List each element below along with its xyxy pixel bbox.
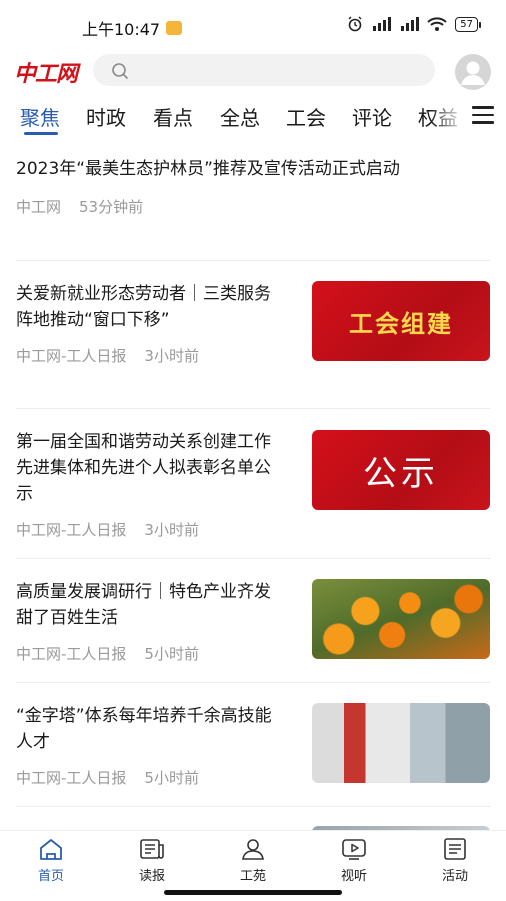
clock-text: 上午10:47	[82, 20, 161, 39]
article-source: 中工网-工人日报	[16, 521, 127, 539]
person-icon	[242, 839, 264, 860]
article-time: 3小时前	[144, 521, 199, 539]
list-item[interactable]: 高质量发展调研行｜特色产业齐发 甜了百姓生活 中工网-工人日报 5小时前	[16, 579, 490, 664]
nav-home[interactable]: 首页	[16, 837, 86, 884]
nav-garden[interactable]: 工苑	[218, 837, 288, 884]
divider	[16, 682, 490, 683]
article-title[interactable]: 第一届全国和谐劳动关系创建工作先进集体和先进个人拟表彰名单公示	[16, 429, 278, 507]
article-source: 中工网-工人日报	[16, 347, 127, 365]
notification-icon	[166, 21, 183, 35]
active-tab-indicator	[24, 132, 58, 135]
nav-label: 工苑	[239, 869, 266, 884]
article-time: 5小时前	[144, 645, 199, 663]
tab-highlights[interactable]: 看点	[153, 102, 193, 131]
article-meta: 中工网 53分钟前	[16, 196, 490, 217]
article-source: 中工网-工人日报	[16, 645, 127, 663]
article-time: 3小时前	[144, 347, 199, 365]
tab-politics[interactable]: 时政	[86, 102, 126, 131]
article-title[interactable]: 关爱新就业形态劳动者｜三类服务阵地推动“窗口下移”	[16, 281, 278, 333]
article-meta: 中工网-工人日报 3小时前	[16, 519, 490, 540]
article-time: 53分钟前	[79, 198, 144, 216]
article-title[interactable]: 高质量发展调研行｜特色产业齐发 甜了百姓生活	[16, 579, 278, 631]
article-source: 中工网-工人日报	[16, 769, 127, 787]
nav-label: 活动	[441, 869, 468, 884]
article-thumbnail[interactable]	[312, 579, 490, 659]
status-bar: 上午10:47 57	[0, 0, 506, 48]
tab-union[interactable]: 工会	[286, 102, 326, 131]
battery-indicator: 57	[455, 16, 481, 32]
nav-newspaper[interactable]: 读报	[117, 837, 187, 884]
list-item[interactable]: 第一届全国和谐劳动关系创建工作先进集体和先进个人拟表彰名单公示 中工网-工人日报…	[16, 429, 490, 540]
home-indicator[interactable]	[164, 890, 342, 895]
search-icon	[112, 63, 129, 80]
alarm-icon	[348, 16, 362, 32]
status-time: 上午10:47	[82, 16, 183, 40]
thumbnail-caption: 公示	[363, 453, 439, 494]
user-icon	[461, 61, 485, 85]
divider	[16, 408, 490, 409]
article-thumbnail[interactable]: 公示	[312, 430, 490, 510]
article-title[interactable]: 2023年“最美生态护林员”推荐及宣传活动正式启动	[16, 156, 490, 182]
list-item[interactable]: 2023年“最美生态护林员”推荐及宣传活动正式启动 中工网 53分钟前	[16, 156, 490, 217]
home-icon	[40, 839, 62, 860]
category-tabs: 聚焦 时政 看点 全总 工会 评论 权益	[0, 96, 506, 140]
nav-activities[interactable]: 活动	[420, 837, 490, 884]
tab-focus[interactable]: 聚焦	[20, 102, 60, 131]
nav-label: 读报	[138, 869, 165, 884]
tab-fade	[430, 96, 466, 136]
article-source: 中工网	[16, 198, 62, 216]
list-item[interactable]: “金字塔”体系每年培养千余高技能人才 中工网-工人日报 5小时前	[16, 703, 490, 788]
status-icons: 57	[347, 16, 481, 32]
article-thumbnail[interactable]: 工会组建	[312, 281, 490, 361]
nav-label: 首页	[37, 869, 64, 884]
search-input[interactable]	[93, 54, 435, 86]
divider	[16, 558, 490, 559]
tab-federation[interactable]: 全总	[220, 102, 260, 131]
menu-icon[interactable]	[472, 106, 494, 129]
divider	[16, 806, 490, 807]
nav-label: 视听	[340, 869, 367, 884]
wifi-icon	[427, 17, 447, 31]
top-bar: 中工网	[0, 50, 506, 92]
article-time: 5小时前	[144, 769, 199, 787]
news-feed[interactable]: 2023年“最美生态护林员”推荐及宣传活动正式启动 中工网 53分钟前 关爱新就…	[0, 140, 506, 830]
nav-media[interactable]: 视听	[319, 837, 389, 884]
avatar[interactable]	[455, 54, 491, 90]
signal-icon	[373, 17, 392, 31]
tab-comments[interactable]: 评论	[352, 102, 392, 131]
thumbnail-caption: 工会组建	[349, 309, 453, 338]
newspaper-icon	[140, 839, 164, 859]
divider	[16, 260, 490, 261]
play-icon	[342, 839, 366, 860]
signal-icon-2	[401, 17, 420, 31]
list-icon	[444, 838, 466, 860]
article-thumbnail[interactable]	[312, 703, 490, 783]
list-item[interactable]: 关爱新就业形态劳动者｜三类服务阵地推动“窗口下移” 中工网-工人日报 3小时前 …	[16, 281, 490, 366]
app-logo[interactable]: 中工网	[14, 56, 78, 88]
article-title[interactable]: “金字塔”体系每年培养千余高技能人才	[16, 703, 278, 755]
